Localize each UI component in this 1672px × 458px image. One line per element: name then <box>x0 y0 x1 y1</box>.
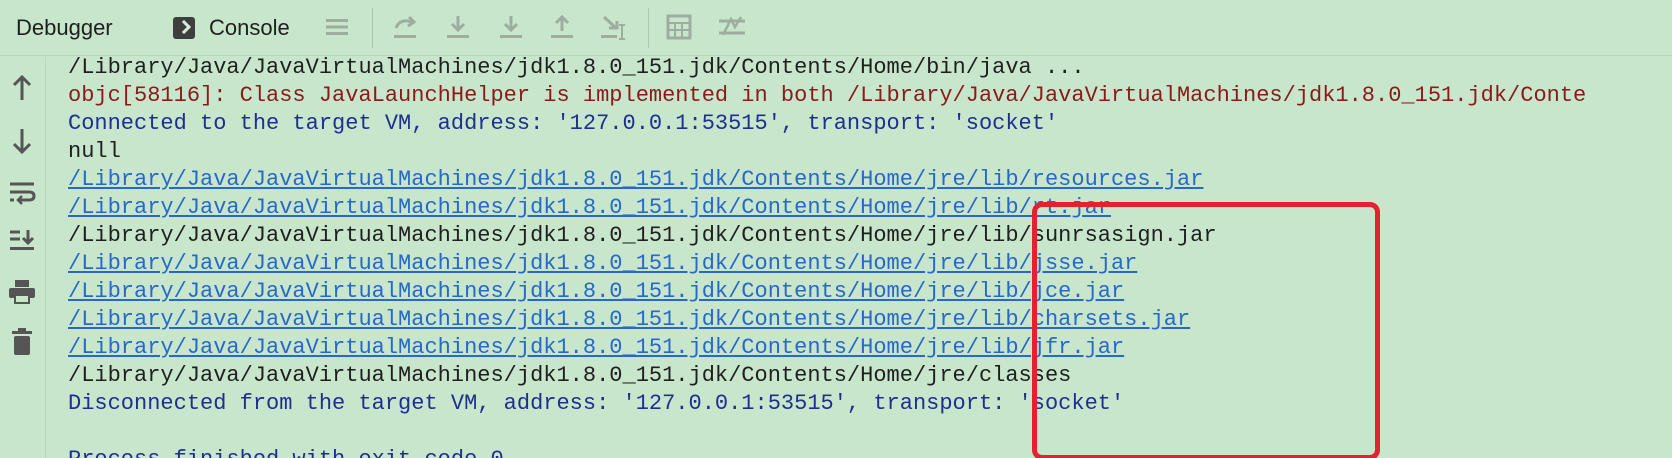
console-output[interactable]: /Library/Java/JavaVirtualMachines/jdk1.8… <box>68 54 1672 458</box>
console-link[interactable]: /Library/Java/JavaVirtualMachines/jdk1.8… <box>68 194 1111 222</box>
console-sidebar <box>0 57 46 458</box>
console-line: Disconnected from the target VM, address… <box>68 391 1125 416</box>
run-to-cursor-icon[interactable] <box>597 10 631 44</box>
console-line: /Library/Java/JavaVirtualMachines/jdk1.8… <box>68 223 1217 248</box>
toolbar-separator <box>648 8 649 48</box>
step-over-icon[interactable] <box>388 10 422 44</box>
trace-icon[interactable] <box>715 10 749 44</box>
toolbar-separator <box>372 8 373 48</box>
step-out-icon[interactable] <box>545 10 579 44</box>
menu-icon[interactable] <box>320 10 354 44</box>
console-line: null <box>68 139 121 164</box>
console-line: /Library/Java/JavaVirtualMachines/jdk1.8… <box>68 363 1072 388</box>
tab-debugger[interactable]: Debugger <box>16 13 113 43</box>
evaluate-icon[interactable] <box>662 10 696 44</box>
tab-console[interactable]: Console <box>173 13 290 43</box>
down-arrow-icon[interactable] <box>5 124 39 158</box>
console-link[interactable]: /Library/Java/JavaVirtualMachines/jdk1.8… <box>68 334 1124 362</box>
print-icon[interactable] <box>5 275 39 309</box>
console-link[interactable]: /Library/Java/JavaVirtualMachines/jdk1.8… <box>68 306 1190 334</box>
trash-icon[interactable] <box>5 325 39 359</box>
force-step-into-icon[interactable] <box>494 10 528 44</box>
tab-console-label: Console <box>209 15 290 40</box>
console-line: Process finished with exit code 0 <box>68 446 504 458</box>
console-line: /Library/Java/JavaVirtualMachines/jdk1.8… <box>68 55 1085 80</box>
console-link[interactable]: /Library/Java/JavaVirtualMachines/jdk1.8… <box>68 278 1124 306</box>
step-into-icon[interactable] <box>441 10 475 44</box>
up-arrow-icon[interactable] <box>5 71 39 105</box>
console-line: Connected to the target VM, address: '12… <box>68 111 1059 136</box>
console-icon <box>173 17 195 39</box>
console-link[interactable]: /Library/Java/JavaVirtualMachines/jdk1.8… <box>68 166 1203 194</box>
soft-wrap-icon[interactable] <box>5 175 39 209</box>
tab-debugger-label: Debugger <box>16 15 113 40</box>
debug-toolbar: Debugger Console <box>0 0 1672 56</box>
console-link[interactable]: /Library/Java/JavaVirtualMachines/jdk1.8… <box>68 250 1137 278</box>
console-line: objc[58116]: Class JavaLaunchHelper is i… <box>68 83 1587 108</box>
scroll-to-end-icon[interactable] <box>5 224 39 258</box>
